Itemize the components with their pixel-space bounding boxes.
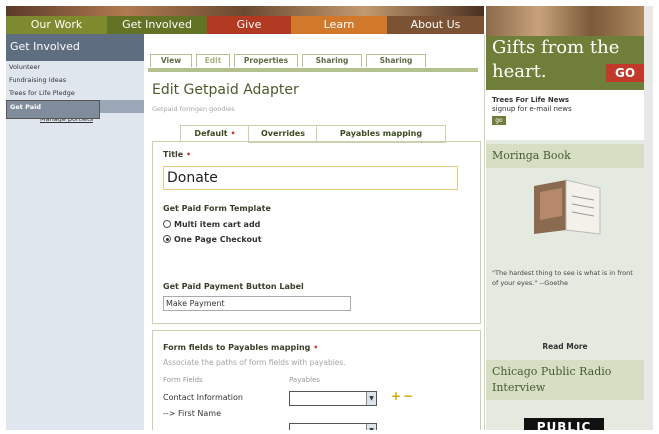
header-photo — [6, 6, 484, 16]
right-sidebar: Gifts from the heart. GO Trees For Life … — [486, 6, 644, 430]
page-description: Getpaid formgen goodies — [152, 105, 235, 113]
button-label-label: Get Paid Payment Button Label — [163, 282, 304, 291]
payables-select[interactable]: ▼ — [289, 391, 377, 406]
gifts-go-button[interactable]: GO — [606, 64, 644, 82]
sidebar-heading: Get Involved — [6, 34, 144, 61]
remove-row-icon[interactable]: − — [403, 389, 413, 403]
moringa-heading[interactable]: Moringa Book — [486, 144, 644, 168]
left-sidebar: Get Involved Volunteer Fundraising Ideas… — [6, 34, 144, 430]
sidebar-item-volunteer[interactable]: Volunteer — [6, 61, 144, 74]
required-marker: • — [230, 129, 236, 138]
public-radio-logo[interactable]: PUBLIC — [524, 418, 604, 430]
required-marker: • — [313, 343, 319, 352]
nav-tab-learn[interactable]: Learn — [291, 16, 387, 34]
title-input[interactable]: Donate — [163, 166, 458, 190]
chevron-down-icon: ▼ — [366, 424, 376, 430]
column-header-form-fields: Form Fields — [163, 376, 203, 384]
tab-view[interactable]: View — [150, 54, 192, 67]
sidebar-item-get-paid[interactable]: Get Paid — [6, 100, 100, 119]
news-text: signup for e-mail news — [492, 105, 572, 113]
radio-interview-heading[interactable]: Chicago Public Radio Interview — [486, 360, 644, 400]
radio-circle-selected — [163, 235, 171, 243]
field-first-name: --> First Name — [163, 409, 221, 418]
mapping-fieldset: Form fields to Payables mapping • Associ… — [152, 330, 481, 430]
top-navigation: Our Work Get Involved Give Learn About U… — [6, 6, 484, 34]
radio-multi-item[interactable]: Multi item cart add — [163, 220, 260, 229]
radio-circle — [163, 220, 171, 228]
nav-tab-our-work[interactable]: Our Work — [6, 16, 107, 34]
form-tab-default-label: Default — [194, 129, 228, 138]
goethe-quote: "The hardest thing to see is what is in … — [492, 269, 633, 287]
nav-tab-give[interactable]: Give — [207, 16, 291, 34]
sidebar-item-fundraising-ideas[interactable]: Fundraising Ideas — [6, 74, 144, 87]
add-row-icon[interactable]: + — [391, 389, 401, 403]
column-header-payables: Payables — [289, 376, 320, 384]
news-go-button[interactable]: go — [492, 116, 506, 125]
radio-one-page-label: One Page Checkout — [174, 235, 262, 244]
radio-multi-item-label: Multi item cart add — [174, 220, 261, 229]
mapping-heading: Form fields to Payables mapping • — [163, 343, 318, 352]
field-contact-information: Contact Information — [163, 393, 243, 402]
gifts-banner[interactable]: Gifts from the heart. GO — [486, 6, 644, 90]
scrollbar[interactable] — [644, 6, 653, 430]
tabs-underline — [148, 68, 478, 72]
required-marker: • — [186, 150, 192, 159]
title-label-text: Title — [163, 150, 184, 159]
nav-tab-get-involved[interactable]: Get Involved — [107, 16, 207, 34]
mapping-heading-text: Form fields to Payables mapping — [163, 343, 311, 352]
page-title: Edit Getpaid Adapter — [152, 82, 299, 98]
news-title: Trees For Life News — [492, 96, 570, 104]
default-fieldset: Title • Donate Get Paid Form Template Mu… — [152, 141, 481, 324]
newsletter-box: Trees For Life News signup for e-mail ne… — [486, 90, 644, 140]
tab-sharing-2[interactable]: Sharing — [366, 54, 426, 67]
book-image[interactable] — [526, 176, 606, 236]
tab-properties[interactable]: Properties — [234, 54, 298, 67]
nav-tab-about-us[interactable]: About Us — [387, 16, 484, 34]
template-label: Get Paid Form Template — [163, 204, 271, 213]
browser-page: Our Work Get Involved Give Learn About U… — [6, 6, 650, 430]
main-content: View Edit Properties Sharing Sharing Edi… — [144, 34, 485, 430]
button-label-input[interactable]: Make Payment — [163, 296, 351, 311]
payables-select-2[interactable]: ▼ — [289, 423, 377, 430]
gifts-photo — [486, 6, 644, 36]
chevron-down-icon: ▼ — [366, 392, 376, 405]
read-more-link[interactable]: Read More — [486, 342, 644, 351]
title-label: Title • — [163, 150, 191, 159]
tab-sharing[interactable]: Sharing — [302, 54, 362, 67]
mapping-description: Associate the paths of form fields with … — [163, 358, 346, 367]
tab-edit[interactable]: Edit — [196, 54, 230, 67]
sidebar-item-pledge[interactable]: Trees for Life Pledge — [6, 87, 144, 100]
radio-one-page-checkout[interactable]: One Page Checkout — [163, 235, 262, 244]
